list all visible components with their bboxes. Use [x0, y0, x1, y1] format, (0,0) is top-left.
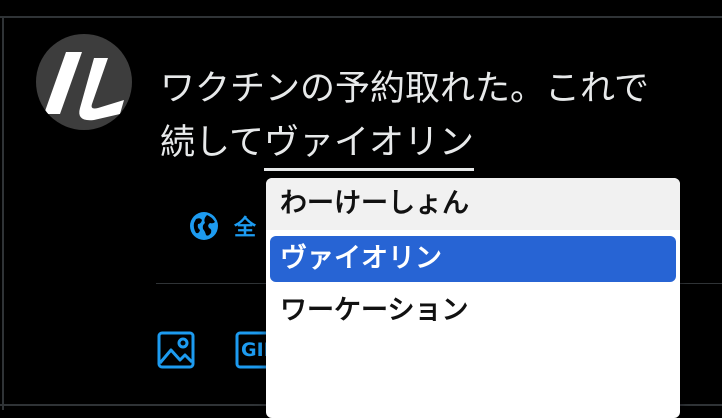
globe-icon	[190, 212, 218, 240]
tweet-compose-textarea[interactable]: ワクチンの予約取れた。これで 続してヴァイオリン	[160, 64, 722, 172]
ime-candidate-selected[interactable]: ヴァイオリン	[270, 236, 676, 282]
ime-candidate-list[interactable]: わーけーしょん ヴァイオリン ワーケーション	[266, 178, 680, 418]
compose-line-2: 続してヴァイオリン	[160, 118, 722, 172]
image-icon[interactable]	[156, 330, 196, 370]
avatar-logo-icon	[44, 52, 124, 121]
frame-border-left	[2, 16, 4, 410]
ime-candidate[interactable]: ワーケーション	[266, 288, 680, 334]
audience-label: 全	[234, 216, 257, 241]
frame-border-top	[0, 16, 722, 18]
avatar[interactable]	[36, 34, 132, 130]
compose-line-2-prefix: 続して	[160, 123, 264, 163]
audience-selector[interactable]: 全	[188, 210, 256, 242]
compose-line-1: ワクチンの予約取れた。これで	[160, 69, 649, 109]
ime-candidate[interactable]: わーけーしょん	[266, 178, 680, 230]
ime-composition-text: ヴァイオリン	[263, 120, 474, 171]
